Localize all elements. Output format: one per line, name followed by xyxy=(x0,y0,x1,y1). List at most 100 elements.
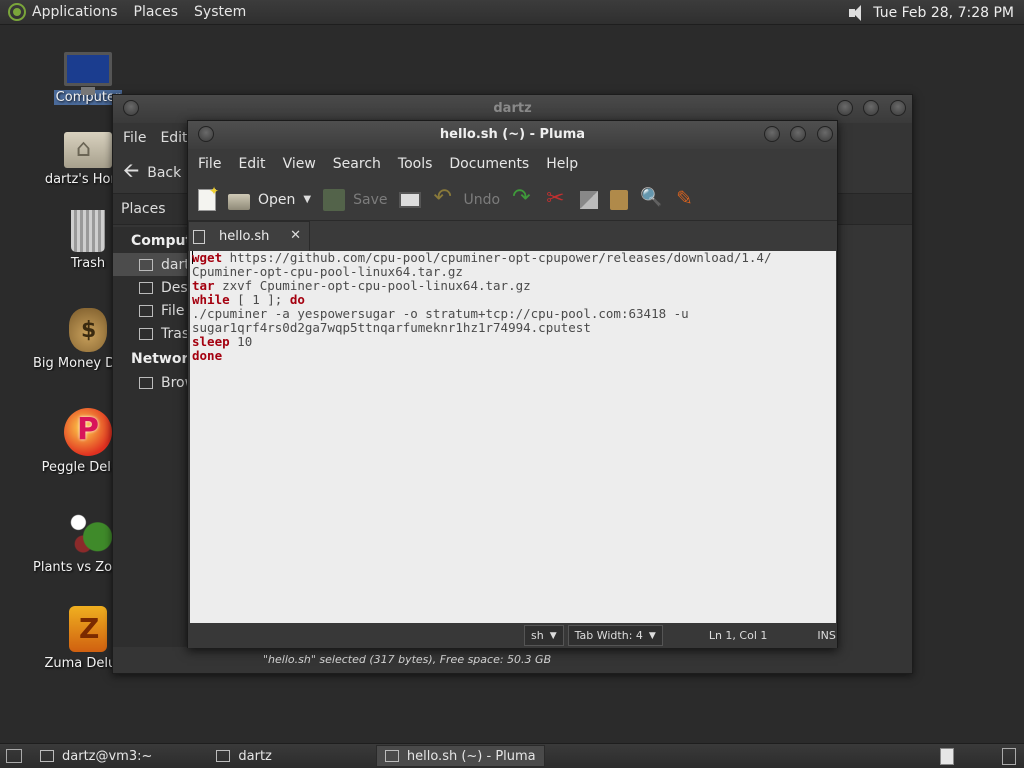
home-icon xyxy=(139,258,153,271)
sidebar-item-trash[interactable]: Trash xyxy=(113,322,193,345)
chevron-down-icon[interactable]: ▼ xyxy=(303,194,311,205)
code-line: ./cpuminer -a yespowersugar -o stratum+t… xyxy=(192,306,689,321)
clock[interactable]: Tue Feb 28, 7:28 PM xyxy=(873,5,1014,21)
task-pluma[interactable]: hello.sh (~) - Pluma xyxy=(375,745,545,767)
pluma-title: hello.sh (~) - Pluma xyxy=(439,127,586,142)
print-icon[interactable] xyxy=(399,191,422,208)
code-line: Cpuminer-opt-cpu-pool-linux64.tar.gz xyxy=(192,264,463,279)
replace-icon[interactable] xyxy=(674,186,696,211)
document-tabbar: hello.sh ✕ xyxy=(188,221,837,251)
window-menu-icon[interactable] xyxy=(198,126,214,142)
desktop-icon xyxy=(139,281,153,294)
menu-tools[interactable]: Tools xyxy=(398,156,433,172)
open-button[interactable]: Open ▼ xyxy=(228,190,311,210)
computer-icon xyxy=(64,52,112,95)
menu-help[interactable]: Help xyxy=(546,156,578,172)
money-bag-icon xyxy=(69,308,107,352)
pluma-titlebar[interactable]: hello.sh (~) - Pluma xyxy=(188,121,837,149)
text-editor-icon xyxy=(384,750,399,762)
task-terminal[interactable]: dartz@vm3:~ xyxy=(32,745,160,767)
menu-edit[interactable]: Edit xyxy=(238,156,265,172)
back-arrow-icon[interactable]: 🡨 xyxy=(123,156,139,190)
file-manager-titlebar[interactable]: dartz xyxy=(113,95,912,123)
menu-view[interactable]: View xyxy=(283,156,316,172)
sidebar-item-browse-network[interactable]: Browse Network xyxy=(113,371,193,394)
trash-applet-icon[interactable] xyxy=(1002,748,1016,765)
chevron-down-icon: ▼ xyxy=(648,630,656,641)
maximize-icon[interactable] xyxy=(863,100,880,116)
pluma-statusbar: sh ▼ Tab Width: 4 ▼ Ln 1, Col 1 INS xyxy=(188,623,837,648)
pluma-toolbar: Open ▼ Save Undo xyxy=(188,179,837,221)
language-selector[interactable]: sh ▼ xyxy=(524,625,564,646)
sidebar-item-filesystem[interactable]: File System xyxy=(113,299,193,322)
undo-button[interactable]: Undo xyxy=(433,185,500,211)
plants-icon xyxy=(64,508,112,556)
trash-icon xyxy=(139,327,153,340)
tab-width-selector[interactable]: Tab Width: 4 ▼ xyxy=(567,625,663,646)
panel-tray: Tue Feb 28, 7:28 PM xyxy=(847,0,1014,25)
trash-icon xyxy=(71,210,105,252)
menu-file[interactable]: File xyxy=(198,156,221,172)
menu-places[interactable]: Places xyxy=(134,4,179,20)
chevron-down-icon: ▼ xyxy=(549,630,557,641)
sidebar-item-desktop[interactable]: Desktop xyxy=(113,276,193,299)
new-document-icon[interactable] xyxy=(198,184,219,211)
search-icon[interactable] xyxy=(640,187,662,211)
peggle-icon xyxy=(64,408,112,456)
volume-icon[interactable] xyxy=(847,4,865,21)
minimize-icon[interactable] xyxy=(836,100,853,116)
drive-icon xyxy=(139,304,153,317)
home-folder-icon xyxy=(64,132,112,168)
workspace-switcher[interactable] xyxy=(940,748,954,765)
document-icon xyxy=(193,229,205,244)
code-line: tar zxvf Cpuminer-opt-cpu-pool-linux64.t… xyxy=(192,278,531,293)
back-button[interactable]: Back xyxy=(147,165,181,181)
window-menu-icon[interactable] xyxy=(123,100,139,116)
maximize-icon[interactable] xyxy=(790,126,807,142)
redo-icon[interactable] xyxy=(512,185,534,211)
insert-mode: INS xyxy=(817,629,836,642)
menu-search[interactable]: Search xyxy=(333,156,381,172)
code-line: sleep 10 xyxy=(192,334,253,349)
menu-documents[interactable]: Documents xyxy=(449,156,529,172)
menu-applications[interactable]: Applications xyxy=(32,4,118,20)
file-manager-sidebar: Computer dartz Desktop File System Trash… xyxy=(113,227,193,647)
show-desktop-icon[interactable] xyxy=(6,749,22,763)
sidebar-heading-computer: Computer xyxy=(131,233,193,249)
open-folder-icon xyxy=(228,193,250,210)
fm-menu-file[interactable]: File xyxy=(123,130,146,146)
close-icon[interactable] xyxy=(890,100,906,116)
paste-icon[interactable] xyxy=(610,189,629,210)
sidebar-heading-network: Network xyxy=(131,351,193,367)
code-line: while [ 1 ]; do xyxy=(192,292,305,307)
tab-label: hello.sh xyxy=(219,229,270,244)
undo-icon xyxy=(433,185,455,211)
fm-menu-edit[interactable]: Edit xyxy=(160,130,187,146)
cut-icon[interactable] xyxy=(546,186,568,211)
tab-hello-sh[interactable]: hello.sh ✕ xyxy=(188,221,310,251)
top-panel: Applications Places System Tue Feb 28, 7… xyxy=(0,0,1024,25)
pluma-menubar: File Edit View Search Tools Documents He… xyxy=(188,149,837,179)
mate-logo-icon[interactable] xyxy=(8,3,26,21)
code-line: wget https://github.com/cpu-pool/cpumine… xyxy=(192,251,772,265)
save-icon xyxy=(323,188,346,211)
zuma-icon xyxy=(69,606,107,652)
minimize-icon[interactable] xyxy=(763,126,780,142)
copy-icon[interactable] xyxy=(580,190,599,209)
cursor-position: Ln 1, Col 1 xyxy=(708,629,768,642)
tab-close-icon[interactable]: ✕ xyxy=(290,228,301,243)
pluma-window[interactable]: hello.sh (~) - Pluma File Edit View Sear… xyxy=(187,120,838,648)
close-icon[interactable] xyxy=(817,126,833,142)
code-line: done xyxy=(192,348,223,363)
text-editor[interactable]: wget https://github.com/cpu-pool/cpumine… xyxy=(190,251,836,623)
folder-icon xyxy=(216,750,231,762)
save-button[interactable]: Save xyxy=(323,188,387,211)
places-selector[interactable]: Places xyxy=(121,201,166,217)
file-manager-title: dartz xyxy=(493,101,532,116)
task-file-manager[interactable]: dartz xyxy=(208,745,279,767)
menu-system[interactable]: System xyxy=(194,4,246,20)
bottom-taskbar: dartz@vm3:~ dartz hello.sh (~) - Pluma xyxy=(0,743,1024,768)
sidebar-item-home[interactable]: dartz xyxy=(113,253,193,276)
file-manager-status: "hello.sh" selected (317 bytes), Free sp… xyxy=(263,653,552,666)
code-line: sugar1qrf4rs0d2ga7wqp5ttnqarfumeknr1hz1r… xyxy=(192,320,591,335)
